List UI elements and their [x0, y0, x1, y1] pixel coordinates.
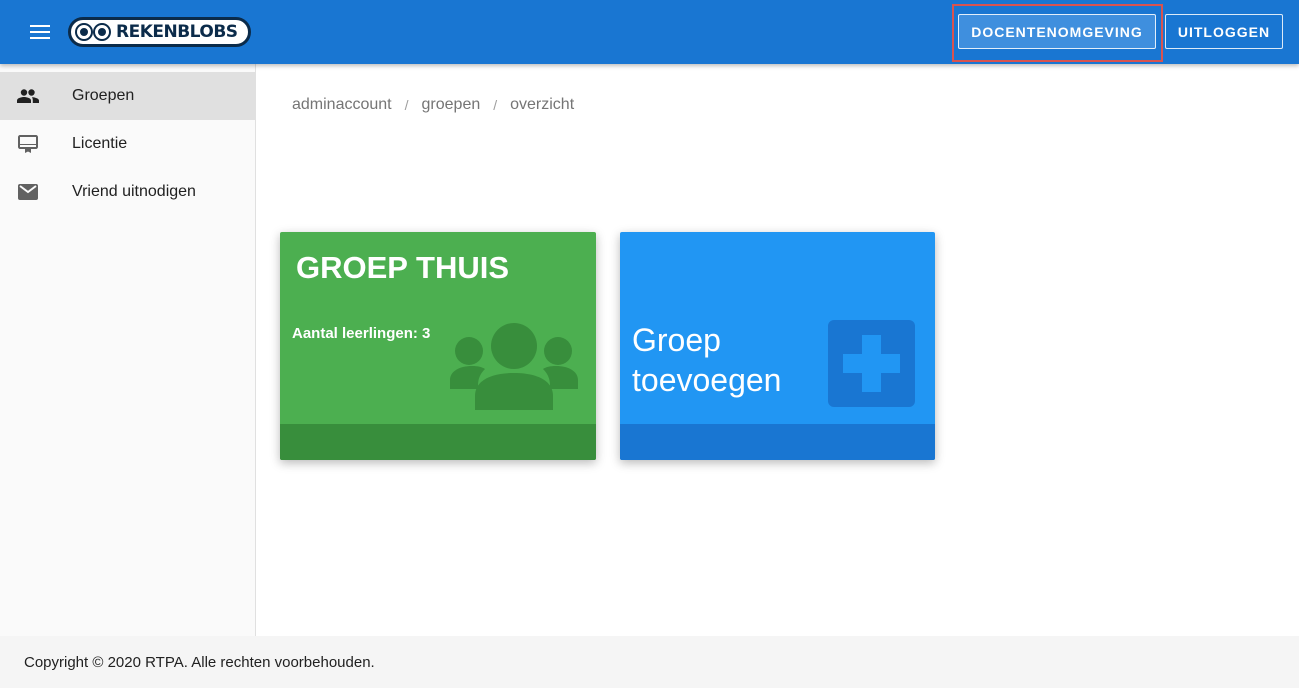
sidebar-item-licentie[interactable]: Licentie — [0, 120, 255, 168]
logo-eye-left-icon — [77, 25, 91, 39]
breadcrumb-item-overzicht: overzicht — [510, 96, 575, 113]
card-membership-icon — [16, 132, 40, 156]
teacher-environment-button[interactable]: DOCENTENOMGEVING — [958, 14, 1156, 49]
breadcrumb-separator: / — [493, 97, 498, 113]
add-group-title: Groep toevoegen — [632, 322, 782, 398]
add-group-card-footer — [620, 424, 935, 460]
sidebar-item-label: Licentie — [72, 135, 128, 152]
sidebar-item-vriend-uitnodigen[interactable]: Vriend uitnodigen — [0, 168, 255, 216]
menu-icon — [30, 25, 50, 39]
logo-badge: REKENBLOBS — [68, 17, 251, 47]
page-footer: Copyright © 2020 RTPA. Alle rechten voor… — [0, 636, 1299, 688]
breadcrumb-separator: / — [404, 97, 409, 113]
top-app-bar: REKENBLOBS DOCENTENOMGEVING UITLOGGEN — [0, 0, 1299, 64]
group-card-footer — [280, 424, 596, 460]
sidebar: Groepen Licentie Vriend uitnodigen — [0, 64, 256, 636]
copyright-text: Copyright © 2020 RTPA. Alle rechten voor… — [24, 653, 375, 671]
logo-text: REKENBLOBS — [116, 22, 238, 42]
rekenblobs-logo[interactable]: REKENBLOBS — [68, 14, 251, 50]
group-icon — [450, 323, 578, 410]
sidebar-item-groepen[interactable]: Groepen — [0, 72, 255, 120]
sidebar-item-label: Groepen — [72, 87, 135, 104]
group-card-student-count: Aantal leerlingen: 3 — [292, 325, 431, 342]
group-card[interactable]: GROEP THUIS Aantal leerlingen: 3 — [280, 232, 596, 460]
logo-eye-right-icon — [95, 25, 109, 39]
menu-button[interactable] — [20, 14, 60, 50]
sidebar-item-label: Vriend uitnodigen — [72, 183, 196, 200]
group-icon — [16, 84, 40, 108]
breadcrumb: adminaccount / groepen / overzicht — [292, 96, 574, 115]
plus-icon — [828, 320, 915, 407]
logout-button[interactable]: UITLOGGEN — [1165, 14, 1283, 49]
mail-icon — [16, 180, 40, 204]
add-group-card[interactable]: Groep toevoegen — [620, 232, 935, 460]
group-card-title: GROEP THUIS — [296, 250, 510, 285]
breadcrumb-item-adminaccount[interactable]: adminaccount — [292, 96, 392, 115]
breadcrumb-item-groepen[interactable]: groepen — [422, 96, 481, 115]
